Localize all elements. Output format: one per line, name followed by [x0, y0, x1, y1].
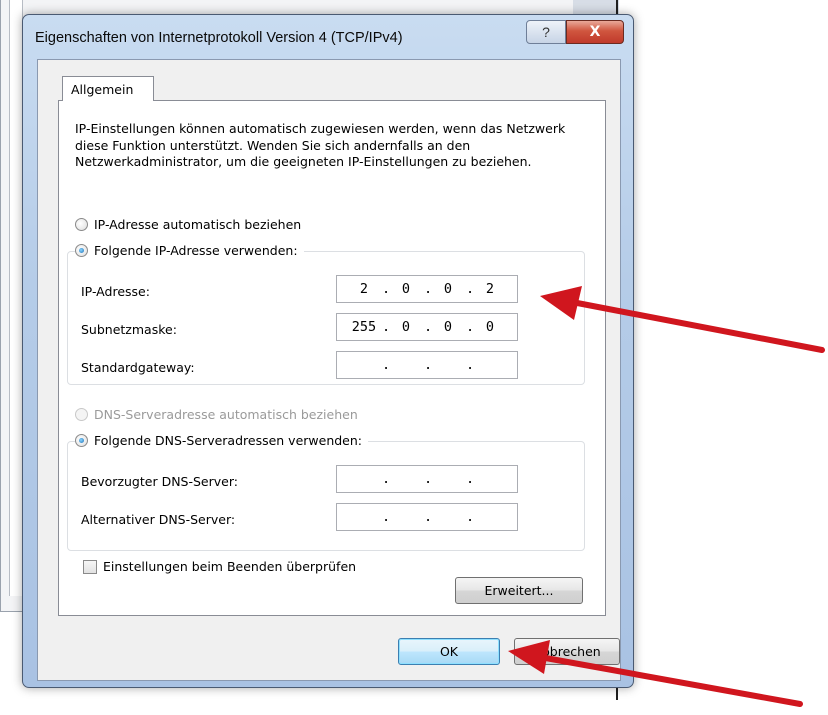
- dialog-client-area: Allgemein IP-Einstellungen können automa…: [37, 59, 621, 681]
- radio-button[interactable]: [75, 218, 88, 231]
- ok-button[interactable]: OK: [398, 638, 500, 665]
- tab-panel-allgemein: IP-Einstellungen können automatisch zuge…: [58, 100, 606, 616]
- radio-button-disabled[interactable]: [75, 408, 88, 421]
- subnet-mask-input[interactable]: 255. 0. 0. 0: [336, 313, 518, 341]
- ip-manual-label: Folgende IP-Adresse verwenden:: [94, 243, 298, 258]
- subnet-octet: 255: [351, 319, 377, 335]
- cancel-button[interactable]: Abbrechen: [514, 638, 620, 665]
- radio-button-selected[interactable]: [75, 434, 88, 447]
- subnet-mask-label: Subnetzmaske:: [81, 322, 177, 337]
- preferred-dns-input[interactable]: . . .: [336, 465, 518, 493]
- ip-octet: 0: [443, 281, 453, 297]
- dns-auto-label: DNS-Serveradresse automatisch beziehen: [94, 407, 358, 422]
- default-gateway-label: Standardgateway:: [81, 360, 195, 375]
- alternate-dns-label: Alternativer DNS-Server:: [81, 512, 236, 527]
- ip-address-input[interactable]: 2. 0. 0. 2: [336, 275, 518, 303]
- subnet-octet: 0: [443, 319, 453, 335]
- subnet-octet: 0: [401, 319, 411, 335]
- validate-settings-checkbox[interactable]: Einstellungen beim Beenden überprüfen: [83, 559, 356, 574]
- help-button[interactable]: ?: [526, 20, 566, 44]
- close-button[interactable]: X: [566, 20, 624, 44]
- ip-octet: 0: [401, 281, 411, 297]
- dns-manual-radio[interactable]: Folgende DNS-Serveradressen verwenden:: [75, 433, 369, 448]
- checkbox-box[interactable]: [83, 559, 97, 574]
- ip-auto-radio[interactable]: IP-Adresse automatisch beziehen: [75, 217, 301, 232]
- subnet-octet: 0: [485, 319, 495, 335]
- ip-auto-label: IP-Adresse automatisch beziehen: [94, 217, 302, 232]
- dns-auto-radio[interactable]: DNS-Serveradresse automatisch beziehen: [75, 407, 358, 422]
- dialog-title: Eigenschaften von Internetprotokoll Vers…: [35, 30, 403, 46]
- ip-address-label: IP-Adresse:: [81, 284, 150, 299]
- background-pane: [9, 0, 23, 596]
- tab-allgemein[interactable]: Allgemein: [62, 76, 154, 101]
- radio-button-selected[interactable]: [75, 244, 88, 257]
- advanced-button[interactable]: Erweitert...: [455, 577, 583, 604]
- validate-settings-label: Einstellungen beim Beenden überprüfen: [103, 559, 357, 574]
- description-text: IP-Einstellungen können automatisch zuge…: [75, 121, 566, 169]
- tcpip-properties-dialog: Eigenschaften von Internetprotokoll Vers…: [22, 14, 634, 688]
- dns-settings-group: [67, 441, 585, 551]
- ip-manual-radio[interactable]: Folgende IP-Adresse verwenden:: [75, 243, 304, 258]
- preferred-dns-label: Bevorzugter DNS-Server:: [81, 474, 238, 489]
- default-gateway-input[interactable]: . . .: [336, 351, 518, 379]
- ip-octet: 2: [485, 281, 495, 297]
- ip-octet: 2: [359, 281, 369, 297]
- title-bar[interactable]: Eigenschaften von Internetprotokoll Vers…: [23, 15, 633, 59]
- dns-manual-label: Folgende DNS-Serveradressen verwenden:: [94, 433, 363, 448]
- alternate-dns-input[interactable]: . . .: [336, 503, 518, 531]
